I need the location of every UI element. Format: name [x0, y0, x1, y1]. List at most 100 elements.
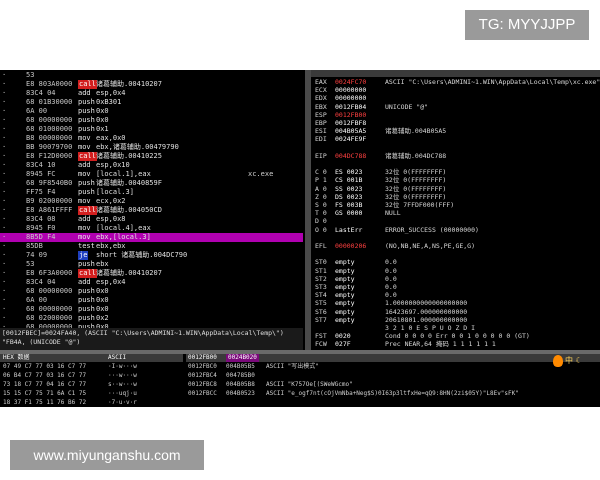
disassembly-row[interactable]: · 6A 00 push 0x0 — [0, 107, 303, 116]
stack-value: 004785B0 — [226, 372, 255, 379]
stack-header-address: 0012FB00 — [188, 354, 217, 361]
disassembly-hex: 53 — [26, 260, 35, 268]
disassembly-address: · — [2, 179, 7, 187]
disassembly-row[interactable]: · 68 00000000 push 0x0 — [0, 305, 303, 314]
disassembly-row[interactable]: · E8 803A0000 call 诸葛辅助.00410207 — [0, 80, 303, 89]
disassembly-row[interactable]: · 68 00000000 push 0x0 — [0, 116, 303, 125]
disassembly-row[interactable]: · E8 6F3A0000 call 诸葛辅助.00410207 — [0, 269, 303, 278]
register-comment: 32位 0(FFFFFFFF) — [385, 168, 447, 177]
disassembly-operand: 0x0 — [96, 116, 109, 124]
tray-badge[interactable]: 中 ☾ — [565, 355, 583, 366]
disassembly-hex: 74 09 — [26, 251, 48, 259]
disassembly-mnemonic: push — [78, 287, 95, 295]
register-comment: ERROR_SUCCESS (00000000) — [385, 225, 479, 234]
disassembly-hex: 68 00000000 — [26, 287, 73, 295]
disassembly-mnemonic: mov — [78, 233, 91, 241]
disassembly-hex: BB 90079700 — [26, 143, 73, 151]
disassembly-row[interactable]: · 83C4 04 add esp,0x4 — [0, 278, 303, 287]
moon-icon: ☾ — [575, 356, 583, 365]
disassembly-row[interactable]: · 68 00000000 push 0x0 — [0, 287, 303, 296]
register-comment: (NO,NB,NE,A,NS,PE,GE,G) — [385, 242, 476, 250]
disassembly-operand: 0x0 — [96, 305, 109, 313]
stack-pane[interactable]: 0012FB00 0024B020 0012FBC0 004B05B5 ASCII … — [186, 354, 600, 407]
disassembly-mnemonic: push — [78, 107, 95, 115]
disassembly-hex: 83C4 04 — [26, 89, 56, 97]
dump-hex: 06 B4 C7 77 03 16 C7 77 — [3, 372, 87, 379]
disassembly-row[interactable]: · E8 A861FFFF call 诸葛辅助.004050CD — [0, 206, 303, 215]
register-comment: ASCII "C:\Users\ADMINI~1.WIN\AppData\Loc… — [385, 78, 600, 86]
disassembly-row[interactable]: · B9 02000000 mov ecx,0x2 — [0, 197, 303, 206]
debugger-window: · 53 · E8 803A0000 call 诸葛辅助.00410207 · 83C4 04… — [0, 70, 600, 407]
disassembly-row[interactable]: · 53 push ebx — [0, 260, 303, 269]
registers-pane[interactable]: EAX 0024FC70 ASCII "C:\Users\ADMINI~1.WIN\… — [311, 70, 600, 350]
memory-dump-pane[interactable]: HEX 数据 ASCII 07 49 C7 77 03 16 C7 77 ·I·w… — [0, 354, 183, 407]
disassembly-row[interactable]: · E8 F12D0000 call 诸葛辅助.00410225 — [0, 152, 303, 161]
watermark-top: TG: MYYJJPP — [465, 10, 589, 40]
disassembly-hex: E8 6F3A0000 — [26, 269, 73, 277]
disassembly-hex: 85DB — [26, 242, 43, 250]
disassembly-address: · — [2, 278, 7, 286]
disassembly-side-note: xc.exe — [248, 170, 274, 178]
disassembly-row[interactable]: · B8 00000000 mov eax,0x0 — [0, 134, 303, 143]
disassembly-hex: 68 00000000 — [26, 116, 73, 124]
disassembly-operand: 0xB301 — [96, 98, 122, 106]
disassembly-operand: esp,0x4 — [96, 278, 126, 286]
register-row[interactable]: FCW 027F Prec NEAR,64 掩码 1 1 1 1 1 1 — [315, 340, 496, 349]
register-comment: 0.0 — [385, 258, 397, 267]
disassembly-mnemonic: call — [78, 152, 97, 161]
disassembly-operand: 诸葛辅助.004050CD — [96, 206, 162, 214]
disassembly-address: · — [2, 71, 7, 79]
disassembly-row[interactable]: · 68 01B30000 push 0xB301 — [0, 98, 303, 107]
disassembly-row[interactable]: · 83C4 08 add esp,0x8 — [0, 215, 303, 224]
register-value[interactable]: 027F — [335, 340, 385, 349]
stack-comment: ASCII "写出模式" — [266, 363, 319, 370]
disassembly-row[interactable]: · 83C4 04 add esp,0x4 — [0, 89, 303, 98]
disassembly-row[interactable]: · 74 09 je short 诸葛辅助.004DC790 — [0, 251, 303, 260]
register-comment: 0.0 — [385, 291, 397, 300]
disassembly-row[interactable]: · 6A 00 push 0x0 — [0, 296, 303, 305]
disassembly-address: · — [2, 107, 7, 115]
disassembly-mnemonic: push — [78, 125, 95, 133]
register-comment: 32位 0(FFFFFFFF) — [385, 176, 447, 185]
dump-header-ascii: ASCII — [108, 354, 127, 361]
disassembly-address: · — [2, 314, 7, 322]
ime-indicator: 中 — [565, 356, 573, 365]
dump-hex: 18 37 F1 75 11 76 B6 72 — [3, 399, 87, 406]
disassembly-hex: 8945 FC — [26, 170, 56, 178]
disassembly-row[interactable]: · 68 01000000 push 0x1 — [0, 125, 303, 134]
disassembly-operand: ebx,诸葛辅助.00479790 — [96, 143, 179, 151]
disassembly-row[interactable]: · 53 — [0, 71, 303, 80]
disassembly-address: · — [2, 170, 7, 178]
disassembly-row-selected[interactable]: · 8B5D F4 mov ebx,[local.3] — [0, 233, 303, 242]
disassembly-address: · — [2, 152, 7, 160]
disassembly-operand: esp,0x8 — [96, 215, 126, 223]
dump-ascii: s··w···w — [108, 381, 137, 388]
disassembly-hex: 6A 00 — [26, 296, 48, 304]
disassembly-row[interactable]: · 83C4 10 add esp,0x10 — [0, 161, 303, 170]
disassembly-mnemonic: push — [78, 296, 95, 304]
disassembly-row[interactable]: · 8945 F0 mov [local.4],eax — [0, 224, 303, 233]
disassembly-mnemonic: add — [78, 89, 91, 97]
dump-hex: 15 15 C7 75 71 6A C1 75 — [3, 390, 87, 397]
disassembly-row[interactable]: · 85DB test ebx,ebx — [0, 242, 303, 251]
disassembly-mnemonic: add — [78, 215, 91, 223]
disassembly-row[interactable]: · 8945 FC mov [local.1],eax xc.exe — [0, 170, 303, 179]
disassembly-mnemonic: push — [78, 116, 95, 124]
disassembly-operand: 诸葛辅助.00410207 — [96, 80, 162, 88]
disassembly-address: · — [2, 269, 7, 277]
disassembly-pane[interactable]: · 53 · E8 803A0000 call 诸葛辅助.00410207 · 83C4 04… — [0, 70, 303, 328]
disassembly-address: · — [2, 98, 7, 106]
disassembly-address: · — [2, 89, 7, 97]
disassembly-hex: E8 803A0000 — [26, 80, 73, 88]
disassembly-operand: 诸葛辅助.00410207 — [96, 269, 162, 277]
disassembly-hex: 6A 00 — [26, 107, 48, 115]
disassembly-address: · — [2, 287, 7, 295]
disassembly-hex: B8 00000000 — [26, 134, 73, 142]
disassembly-mnemonic: push — [78, 188, 95, 196]
disassembly-row[interactable]: · 68 9F8540B0 push 诸葛辅助.0040859F — [0, 179, 303, 188]
stack-address: 0012FBC4 — [188, 372, 217, 379]
register-comment: Prec NEAR,64 掩码 1 1 1 1 1 1 — [385, 340, 496, 349]
disassembly-row[interactable]: · FF75 F4 push [local.3] — [0, 188, 303, 197]
disassembly-row[interactable]: · BB 90079700 mov ebx,诸葛辅助.00479790 — [0, 143, 303, 152]
disassembly-row[interactable]: · 68 02000000 push 0x2 — [0, 314, 303, 323]
